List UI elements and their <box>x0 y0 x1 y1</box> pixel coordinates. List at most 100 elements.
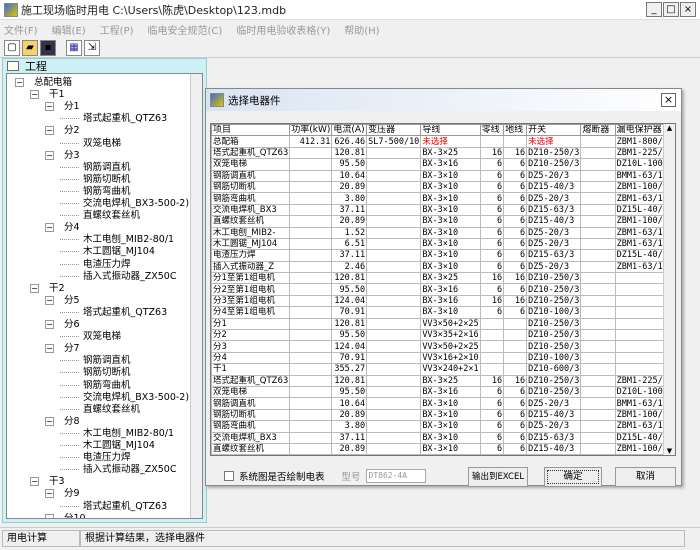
table-cell[interactable] <box>479 317 505 331</box>
table-cell[interactable]: 6 <box>479 306 505 319</box>
table-cell[interactable]: 钢筋调直机 <box>211 169 291 182</box>
table-cell[interactable]: 塔式起重机_QTZ63 <box>211 146 291 160</box>
table-cell[interactable]: DZ10-100/3 <box>526 351 582 365</box>
table-cell[interactable]: BX-3×10 <box>420 215 481 228</box>
table-cell[interactable]: BX-3×10 <box>420 203 481 217</box>
table-cell[interactable]: VV3×50+2×25 <box>420 317 481 331</box>
table-cell[interactable]: 412.31 <box>289 135 333 148</box>
table-cell[interactable]: DZ15-40/3 <box>526 215 582 228</box>
table-cell[interactable] <box>366 317 422 331</box>
table-cell[interactable] <box>366 283 422 296</box>
table-cell[interactable] <box>580 340 616 353</box>
tree-node[interactable]: − 分10 <box>45 513 86 518</box>
table-cell[interactable]: BX-3×10 <box>420 249 481 262</box>
tree-node[interactable]: 塔式起重机_QTZ63 <box>60 501 167 513</box>
table-cell[interactable] <box>580 408 616 422</box>
table-cell[interactable] <box>580 317 616 331</box>
table-cell[interactable] <box>580 180 616 194</box>
tree-node[interactable]: 直螺纹套丝机 <box>60 210 140 222</box>
table-cell[interactable]: 95.50 <box>331 158 368 171</box>
table-cell[interactable] <box>580 237 616 251</box>
tree-node[interactable]: 塔式起重机_QTZ63 <box>60 113 167 125</box>
table-row[interactable]: 木工圆锯_MJ104 6.51 BX-3×10 6 6 DZ5-20/3 ZBM1-63/1… <box>211 237 675 251</box>
tree-node[interactable]: 木工电刨_MIB2-80/1 <box>60 234 174 246</box>
tree-node[interactable]: 钢筋切断机 <box>60 367 131 379</box>
table-cell[interactable]: 6 <box>479 408 505 422</box>
table-cell[interactable]: BX-3×10 <box>420 442 481 455</box>
table-cell[interactable] <box>580 260 616 274</box>
table-cell[interactable]: DZ10-250/3 <box>526 317 582 331</box>
table-row[interactable]: 分2 95.50 VV3×35+2×16 DZ10-250/3 <box>211 329 675 342</box>
table-row[interactable]: 交流电焊机_BX3 37.11 BX-3×10 6 6 DZ15-63/3 DZ15L-40… <box>211 431 675 444</box>
table-cell[interactable] <box>289 408 333 422</box>
table-cell[interactable] <box>580 283 616 296</box>
table-cell[interactable] <box>289 158 333 171</box>
table-cell[interactable] <box>366 374 422 388</box>
tree-node[interactable]: 钢筋弯曲机 <box>60 186 131 198</box>
table-cell[interactable] <box>289 306 333 319</box>
cancel-button[interactable]: 取消 <box>615 467 676 487</box>
table-cell[interactable] <box>289 192 333 205</box>
maximize-button[interactable]: □ <box>663 2 679 17</box>
table-row[interactable]: 分4 70.91 VV3×16+2×10 DZ10-100/3 <box>211 351 675 365</box>
tree-node[interactable]: − 分4 <box>45 222 80 234</box>
collapse-icon[interactable]: − <box>30 90 39 100</box>
save-icon[interactable]: ▪ <box>40 39 56 56</box>
table-cell[interactable]: 6 <box>503 385 528 399</box>
table-cell[interactable]: 16 <box>479 294 505 308</box>
table-row[interactable]: 交流电焊机_BX3 37.11 BX-3×10 6 6 DZ15-63/3 DZ15L-40… <box>211 203 675 217</box>
table-cell[interactable] <box>289 180 333 194</box>
table-row[interactable]: 钢筋调直机 10.64 BX-3×10 6 6 DZ5-20/3 BMM1-63/12 <box>211 169 675 182</box>
table-cell[interactable] <box>289 329 333 342</box>
table-cell[interactable] <box>289 442 333 455</box>
table-row[interactable]: 分1至第1组电机 120.81 BX-3×25 16 16 DZ10-250/3 <box>211 272 675 285</box>
table-cell[interactable]: 120.81 <box>331 146 368 160</box>
table-cell[interactable]: 6 <box>479 283 505 296</box>
menu-help[interactable]: 帮助(H) <box>344 22 379 37</box>
table-cell[interactable]: DZ10-250/3 <box>526 294 582 308</box>
table-cell[interactable]: BX-3×25 <box>420 374 481 388</box>
table-cell[interactable]: 6 <box>479 158 505 171</box>
table-cell[interactable]: 钢筋切断机 <box>211 408 291 422</box>
table-cell[interactable] <box>289 385 333 399</box>
table-cell[interactable]: 未选择 <box>526 135 582 148</box>
table-cell[interactable]: 6 <box>503 420 528 433</box>
table-cell[interactable] <box>503 351 528 365</box>
table-cell[interactable] <box>503 340 528 353</box>
table-cell[interactable] <box>289 317 333 331</box>
tree-scrollbar[interactable] <box>190 74 202 518</box>
table-cell[interactable] <box>366 408 422 422</box>
table-cell[interactable]: VV3×240+2×1 <box>420 363 481 376</box>
table-cell[interactable]: DZ10-250/3 <box>526 272 582 285</box>
table-cell[interactable]: BX-3×10 <box>420 306 481 319</box>
column-header[interactable]: 零线 <box>479 124 505 137</box>
table-cell[interactable] <box>503 317 528 331</box>
table-cell[interactable] <box>366 340 422 353</box>
table-row[interactable]: 钢筋弯曲机 3.80 BX-3×10 6 6 DZ5-20/3 ZBM1-63/10 <box>211 420 675 433</box>
table-cell[interactable]: 钢筋弯曲机 <box>211 420 291 433</box>
tree-node[interactable]: − 分9 <box>45 488 80 500</box>
table-cell[interactable]: 70.91 <box>331 306 368 319</box>
table-cell[interactable] <box>366 431 422 444</box>
table-cell[interactable] <box>289 226 333 239</box>
scroll-down-icon[interactable]: ▼ <box>664 447 675 455</box>
tree-node[interactable]: − 干3 <box>30 476 65 488</box>
tree-node[interactable]: 双笼电梯 <box>60 138 121 150</box>
table-cell[interactable]: 10.64 <box>331 397 368 410</box>
table-cell[interactable]: 6 <box>503 397 528 410</box>
table-cell[interactable] <box>479 135 505 148</box>
table-cell[interactable]: DZ5-20/3 <box>526 260 582 274</box>
tree-node[interactable]: − 分5 <box>45 295 80 307</box>
table-cell[interactable] <box>580 397 616 410</box>
open-icon[interactable]: ▰ <box>22 39 38 56</box>
table-cell[interactable]: 6 <box>479 180 505 194</box>
table-cell[interactable] <box>366 351 422 365</box>
table-cell[interactable]: 分1 <box>211 317 291 331</box>
table-cell[interactable]: 20.89 <box>331 215 368 228</box>
table-cell[interactable]: DZ10-100/3 <box>526 306 582 319</box>
table-cell[interactable] <box>503 329 528 342</box>
table-cell[interactable]: 直螺纹套丝机 <box>211 442 291 455</box>
collapse-icon[interactable]: − <box>45 416 54 426</box>
table-cell[interactable]: 6 <box>503 260 528 274</box>
table-cell[interactable]: 分2至第1组电机 <box>211 283 291 296</box>
